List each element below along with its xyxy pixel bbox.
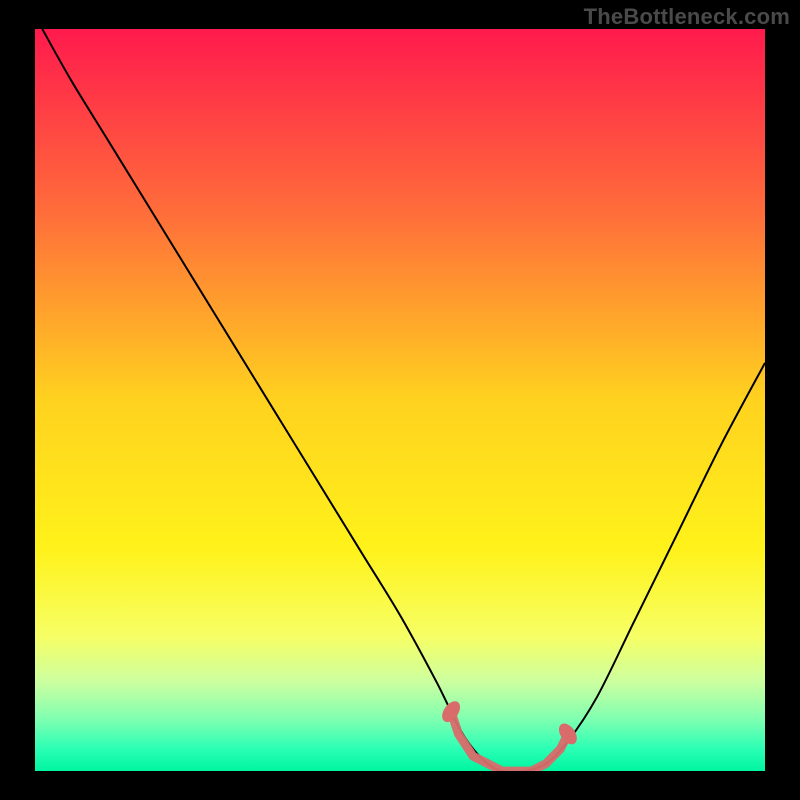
heat-background (35, 29, 765, 771)
bottleneck-chart (0, 0, 800, 800)
chart-frame: TheBottleneck.com (0, 0, 800, 800)
watermark-text: TheBottleneck.com (584, 4, 790, 30)
